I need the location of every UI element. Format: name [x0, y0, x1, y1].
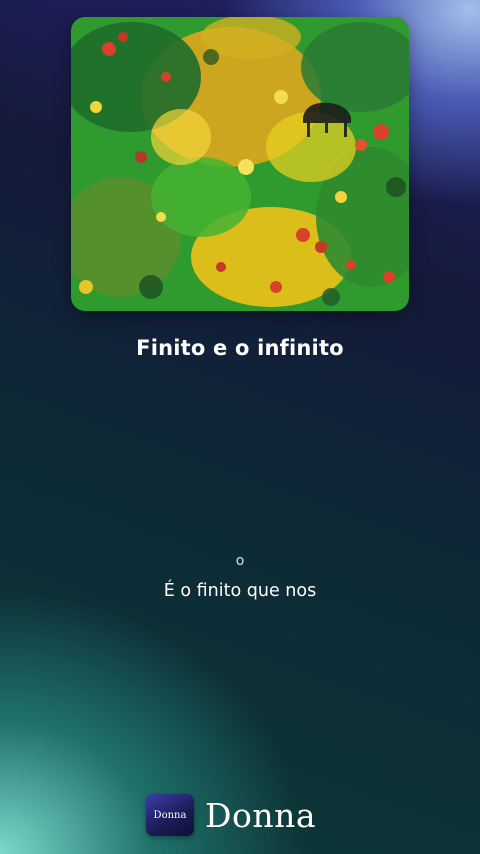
lyric-current-line: É o finito que nos — [163, 581, 317, 601]
song-title: Finito e o infinito — [136, 336, 344, 360]
app-icon-label: Donna — [153, 809, 187, 821]
album-cover-art — [71, 17, 409, 311]
brand-name: Donna — [205, 795, 317, 835]
brand-logo: Donna Donna — [146, 793, 316, 837]
abstract-painting-image — [71, 17, 409, 311]
app-icon: Donna — [146, 794, 194, 836]
lyric-previous-line: o — [235, 553, 245, 569]
